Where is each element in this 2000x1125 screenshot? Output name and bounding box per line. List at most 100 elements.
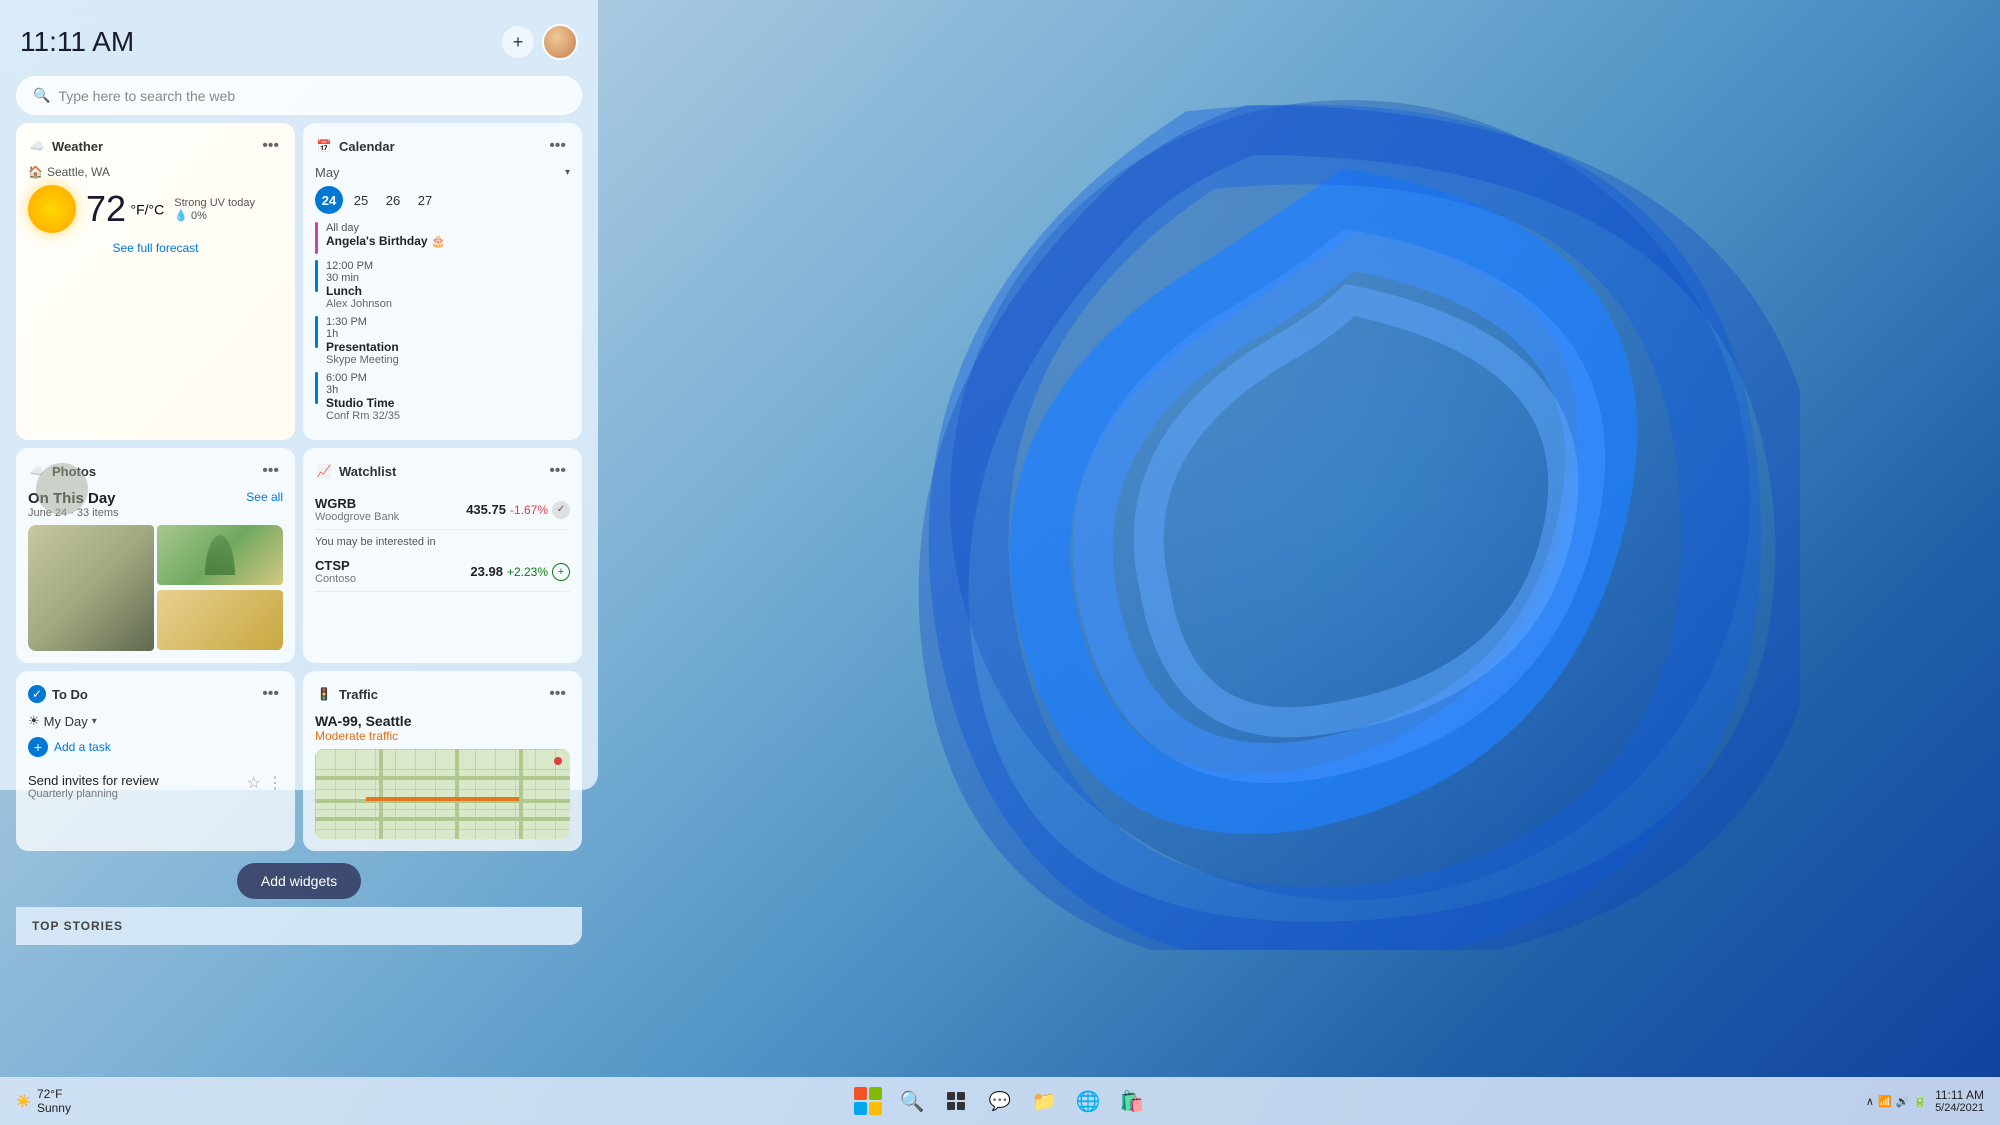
taskbar-right: ∧ 📶 🔊 🔋 11:11 AM 5/24/2021: [1866, 1088, 1984, 1114]
start-button[interactable]: [850, 1083, 886, 1119]
watchlist-title: Watchlist: [339, 464, 539, 479]
todo-more-button[interactable]: •••: [258, 683, 283, 705]
battery-icon: 🔋: [1913, 1095, 1927, 1108]
map-road-v2: [455, 749, 459, 839]
stock-ctsp-company: Contoso: [315, 573, 356, 585]
tray-time: 11:11 AM: [1935, 1088, 1984, 1102]
weather-widget-header: ☁️ Weather •••: [28, 135, 283, 157]
todo-icon: ✓: [28, 685, 46, 703]
taskbar-weather-icon: ☀️: [16, 1094, 31, 1108]
tray-icons: ∧ 📶 🔊 🔋: [1866, 1095, 1927, 1108]
windows-logo: [850, 1083, 886, 1119]
task-view-button[interactable]: [938, 1083, 974, 1119]
watchlist-widget-header: 📈 Watchlist •••: [315, 460, 570, 482]
see-full-forecast[interactable]: See full forecast: [28, 241, 283, 255]
widget-grid: ☁️ Weather ••• 🏠 Seattle, WA 72 °F/°C St…: [16, 123, 582, 851]
my-day-chevron: ▾: [92, 716, 97, 727]
tray-date: 5/24/2021: [1935, 1102, 1984, 1114]
weather-widget: ☁️ Weather ••• 🏠 Seattle, WA 72 °F/°C St…: [16, 123, 295, 440]
my-day-icon: ☀: [28, 713, 40, 729]
calendar-icon: 📅: [315, 137, 333, 155]
my-day-selector[interactable]: ☀ My Day ▾: [28, 713, 283, 729]
stock-ctsp: CTSP Contoso 23.98 +2.23% +: [315, 552, 570, 592]
photos-more-button[interactable]: •••: [258, 460, 283, 482]
traffic-widget: 🚦 Traffic ••• WA-99, Seattle Moderate tr…: [303, 671, 582, 851]
taskbar: ☀️ 72°F Sunny 🔍 💬 📁 🌐: [0, 1077, 2000, 1125]
calendar-more-button[interactable]: •••: [545, 135, 570, 157]
my-day-label: My Day: [44, 714, 88, 729]
traffic-icon: 🚦: [315, 685, 333, 703]
add-widgets-button[interactable]: Add widgets: [237, 863, 361, 899]
search-placeholder: Type here to search the web: [58, 88, 235, 104]
calendar-day-25[interactable]: 25: [347, 186, 375, 214]
calendar-days: 24 25 26 27: [315, 186, 570, 214]
event-studio-sub: Conf Rm 32/35: [326, 410, 400, 422]
tray-chevron[interactable]: ∧: [1866, 1095, 1874, 1108]
edge-button[interactable]: 🌐: [1070, 1083, 1106, 1119]
task-item-review: Send invites for review Quarterly planni…: [28, 767, 283, 806]
calendar-widget-header: 📅 Calendar •••: [315, 135, 570, 157]
location-icon: 🏠: [28, 165, 43, 179]
watchlist-more-button[interactable]: •••: [545, 460, 570, 482]
widgets-panel: 11:11 AM + 🔍 Type here to search the web…: [0, 0, 598, 790]
calendar-day-27[interactable]: 27: [411, 186, 439, 214]
add-widget-button[interactable]: +: [502, 26, 534, 58]
event-lunch-sub: Alex Johnson: [326, 298, 392, 310]
photo-2: [157, 525, 283, 585]
event-studio-name: Studio Time: [326, 396, 400, 410]
stock-wgrb-badge: ✓: [552, 501, 570, 519]
todo-title: To Do: [52, 687, 252, 702]
event-pres-sub: Skype Meeting: [326, 354, 399, 366]
taskbar-center: 🔍 💬 📁 🌐 🛍️: [850, 1083, 1150, 1119]
search-icon: 🔍: [33, 87, 50, 104]
add-task-button[interactable]: + Add a task: [28, 737, 283, 757]
event-studio-time: 6:00 PM3h: [326, 372, 400, 396]
see-all-link[interactable]: See all: [246, 490, 283, 504]
stock-ctsp-change: +2.23%: [507, 565, 548, 579]
weather-location: 🏠 Seattle, WA: [28, 165, 283, 179]
task-options-icon[interactable]: ⋮: [267, 773, 283, 793]
stock-wgrb-company: Woodgrove Bank: [315, 511, 399, 523]
add-task-label: Add a task: [54, 740, 111, 754]
traffic-road: WA-99, Seattle: [315, 713, 570, 729]
calendar-chevron: ▾: [565, 167, 570, 178]
explorer-button[interactable]: 📁: [1026, 1083, 1062, 1119]
system-clock[interactable]: 11:11 AM 5/24/2021: [1935, 1088, 1984, 1114]
weather-more-button[interactable]: •••: [258, 135, 283, 157]
user-avatar[interactable]: [542, 24, 578, 60]
stock-wgrb-symbol: WGRB: [315, 496, 399, 511]
calendar-day-24[interactable]: 24: [315, 186, 343, 214]
stock-wgrb: WGRB Woodgrove Bank 435.75 -1.67% ✓: [315, 490, 570, 530]
photos-grid: [28, 525, 283, 651]
avatar-image: [544, 26, 576, 58]
traffic-more-button[interactable]: •••: [545, 683, 570, 705]
search-button[interactable]: 🔍: [894, 1083, 930, 1119]
event-lunch-name: Lunch: [326, 284, 392, 298]
traffic-title: Traffic: [339, 687, 539, 702]
event-lunch-time: 12:00 PM30 min: [326, 260, 392, 284]
top-stories-bar: TOP STORIES: [16, 907, 582, 945]
taskbar-weather: ☀️ 72°F Sunny: [16, 1087, 71, 1115]
taskbar-condition: Sunny: [37, 1101, 71, 1115]
panel-header: 11:11 AM +: [16, 16, 582, 68]
precip: 💧 0%: [174, 209, 255, 222]
stock-wgrb-price: 435.75: [466, 502, 506, 517]
photo-1: [28, 525, 154, 651]
task-star-icon[interactable]: ☆: [247, 773, 261, 793]
event-birthday: All day Angela's Birthday 🎂: [315, 222, 570, 254]
map-dot: [554, 757, 562, 765]
event-studio: 6:00 PM3h Studio Time Conf Rm 32/35: [315, 372, 570, 422]
weather-main: 72 °F/°C Strong UV today 💧 0%: [28, 185, 283, 233]
stock-ctsp-price: 23.98: [470, 564, 503, 579]
map-road-v1: [379, 749, 383, 839]
event-birthday-name: Angela's Birthday 🎂: [326, 234, 446, 248]
sun-icon: [28, 185, 76, 233]
store-button[interactable]: 🛍️: [1114, 1083, 1150, 1119]
map-road-h3: [315, 817, 570, 821]
calendar-day-26[interactable]: 26: [379, 186, 407, 214]
search-bar[interactable]: 🔍 Type here to search the web: [16, 76, 582, 115]
header-actions: +: [502, 24, 578, 60]
teams-button[interactable]: 💬: [982, 1083, 1018, 1119]
stock-ctsp-badge: +: [552, 563, 570, 581]
todo-widget: ✓ To Do ••• ☀ My Day ▾ + Add a task Send…: [16, 671, 295, 851]
